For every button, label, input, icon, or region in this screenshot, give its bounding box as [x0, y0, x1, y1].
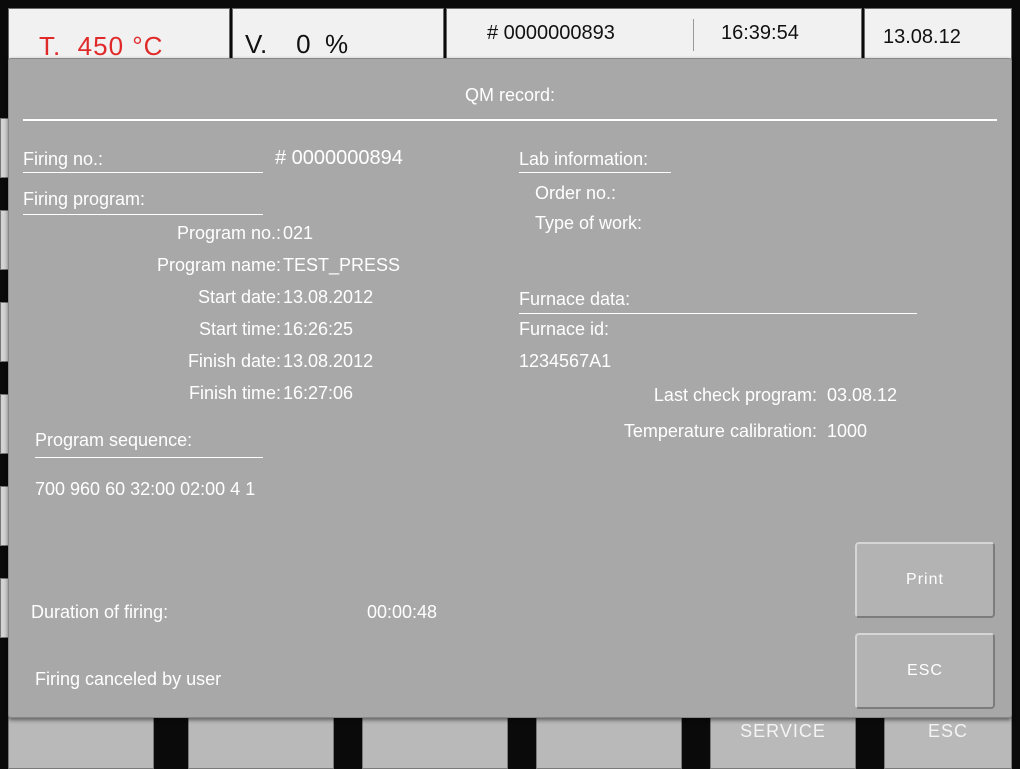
program-sequence-value: 700 960 60 32:00 02:00 4 1 [35, 479, 256, 499]
lab-information-label: Lab information: [519, 149, 649, 169]
furnace-data-label: Furnace data: [519, 289, 631, 309]
underline [519, 313, 917, 314]
program-no-label: Program no.: [176, 223, 281, 243]
firing-program-label: Firing program: [23, 189, 146, 209]
esc-button[interactable]: ESC [855, 633, 995, 709]
clock-date: 13.08.12 [883, 26, 961, 48]
start-date-label: Start date: [197, 287, 281, 307]
program-no-value: 021 [283, 223, 314, 243]
qm-record-dialog: QM record: Firing no.: # 0000000894 Firi… [8, 58, 1012, 718]
underline [23, 172, 263, 173]
furnace-id-value: 1234567A1 [519, 351, 612, 371]
dialog-title: QM record: [464, 85, 556, 105]
order-no-label: Order no.: [535, 183, 617, 203]
furnace-id-label: Furnace id: [519, 319, 610, 339]
finish-time-value: 16:27:06 [283, 383, 354, 403]
start-date-value: 13.08.2012 [283, 287, 374, 307]
duration-value: 00:00:48 [367, 602, 438, 622]
underline [23, 214, 263, 215]
finish-time-label: Finish time: [188, 383, 281, 403]
firing-no-value: # 0000000894 [275, 147, 403, 169]
title-divider [23, 119, 997, 121]
start-time-value: 16:26:25 [283, 319, 354, 339]
current-firing-no: # 0000000893 [487, 22, 615, 44]
underline [519, 172, 671, 173]
divider [693, 19, 694, 51]
last-check-label: Last check program: [653, 385, 817, 405]
status-message: Firing canceled by user [35, 669, 222, 689]
vacuum-value: V. 0 % [245, 29, 349, 59]
duration-label: Duration of firing: [31, 602, 169, 622]
finish-date-value: 13.08.2012 [283, 351, 374, 371]
program-name-value: TEST_PRESS [283, 255, 401, 275]
print-button[interactable]: Print [855, 542, 995, 618]
temperature-calibration-value: 1000 [827, 421, 868, 441]
type-of-work-label: Type of work: [535, 213, 643, 233]
program-name-label: Program name: [156, 255, 281, 275]
program-sequence-label: Program sequence: [35, 430, 193, 450]
start-time-label: Start time: [198, 319, 281, 339]
underline [35, 457, 263, 458]
last-check-value: 03.08.12 [827, 385, 898, 405]
clock-time: 16:39:54 [721, 22, 799, 44]
temperature-calibration-label: Temperature calibration: [623, 421, 817, 441]
finish-date-label: Finish date: [187, 351, 281, 371]
firing-no-label: Firing no.: [23, 149, 104, 169]
